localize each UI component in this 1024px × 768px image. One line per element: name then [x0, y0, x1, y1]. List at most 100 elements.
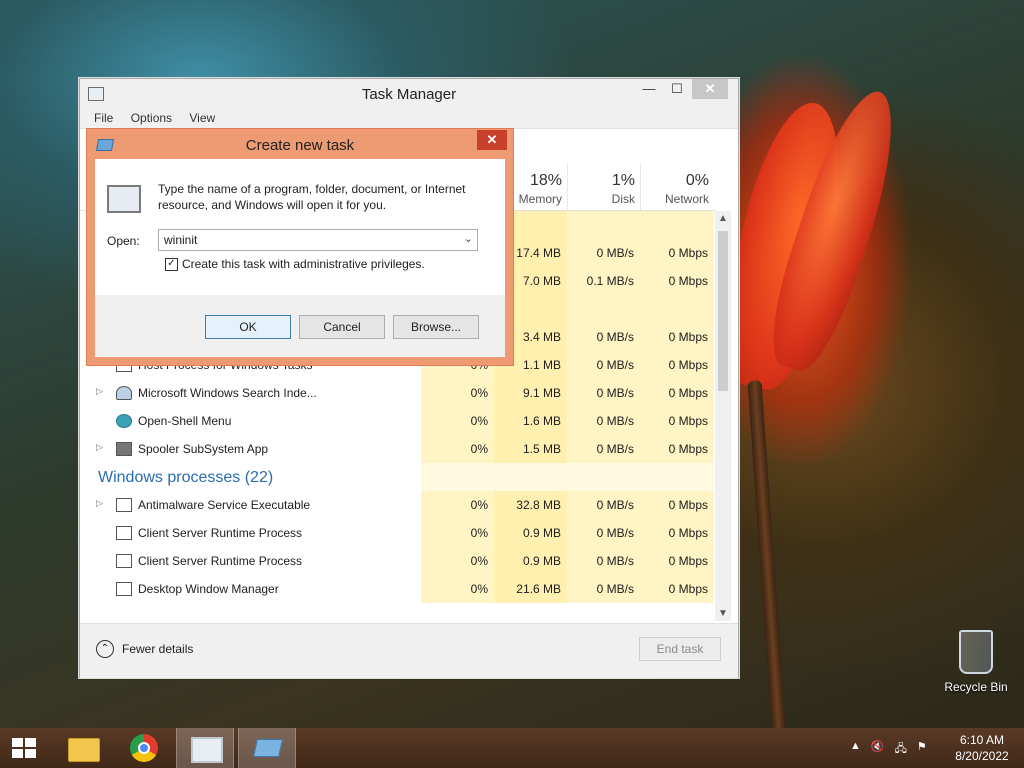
expand-arrow-icon[interactable]: ▷ [96, 498, 103, 509]
row-cpu: 0% [421, 519, 494, 547]
admin-privileges-checkbox[interactable]: ✓ Create this task with administrative p… [165, 257, 425, 271]
menu-view[interactable]: View [189, 108, 215, 128]
table-row[interactable]: Client Server Runtime Process 0% 0.9 MB … [80, 547, 714, 575]
table-row[interactable]: ▷ Microsoft Windows Search Inde... 0% 9.… [80, 379, 714, 407]
process-icon [116, 526, 132, 540]
disk-label: Disk [611, 192, 635, 206]
create-task-dialog: Create new task ✕ Type the name of a pro… [86, 128, 514, 366]
fewer-details-label: Fewer details [122, 642, 194, 656]
cancel-button[interactable]: Cancel [299, 315, 385, 339]
action-center-flag-icon[interactable]: ⚑ [917, 740, 927, 759]
row-name: Client Server Runtime Process [138, 554, 303, 568]
taskbar-file-explorer[interactable] [54, 728, 110, 768]
row-disk: 0 MB/s [567, 491, 640, 519]
close-button[interactable]: ✕ [692, 79, 728, 99]
row-name: Open-Shell Menu [138, 414, 232, 428]
vertical-scrollbar[interactable]: ▲ ▼ [715, 211, 731, 621]
row-network: 0 Mbps [640, 435, 714, 463]
row-memory: 1.5 MB [494, 435, 567, 463]
ok-button[interactable]: OK [205, 315, 291, 339]
dialog-body: Type the name of a program, folder, docu… [95, 159, 505, 357]
row-memory: 1.6 MB [494, 407, 567, 435]
disk-percent: 1% [611, 172, 635, 189]
expand-arrow-icon[interactable]: ▷ [96, 442, 103, 453]
column-network[interactable]: 0% Network [640, 164, 715, 210]
system-tray: ▲ 🔇 🖧 ⚑ [850, 740, 927, 759]
recycle-bin-label: Recycle Bin [944, 680, 1008, 694]
row-memory: 0.9 MB [494, 519, 567, 547]
recycle-bin-icon [959, 630, 993, 674]
task-manager-titlebar[interactable]: Task Manager — ☐ ✕ [80, 79, 738, 108]
taskbar-create-task[interactable] [238, 728, 296, 768]
table-row[interactable]: ▷ Antimalware Service Executable 0% 32.8… [80, 491, 714, 519]
open-label: Open: [107, 234, 140, 248]
row-disk: 0 MB/s [567, 519, 640, 547]
row-disk: 0 MB/s [567, 575, 640, 603]
row-name: Microsoft Windows Search Inde... [138, 386, 317, 400]
search-indexer-icon [116, 386, 132, 400]
row-disk: 0 MB/s [567, 239, 640, 267]
run-program-icon [107, 185, 141, 213]
open-combobox[interactable]: wininit ⌄ [158, 229, 478, 251]
browse-button[interactable]: Browse... [393, 315, 479, 339]
scroll-up-icon[interactable]: ▲ [718, 213, 728, 224]
row-cpu: 0% [421, 491, 494, 519]
row-name: Desktop Window Manager [138, 582, 279, 596]
task-manager-footer: ⌃ Fewer details End task [80, 623, 738, 678]
minimize-button[interactable]: — [636, 79, 662, 99]
volume-muted-icon[interactable]: 🔇 [871, 740, 885, 759]
process-icon [116, 554, 132, 568]
table-row[interactable]: Client Server Runtime Process 0% 0.9 MB … [80, 519, 714, 547]
group-header: Windows processes (22) [98, 469, 274, 486]
expand-arrow-icon[interactable]: ▷ [96, 386, 103, 397]
menu-options[interactable]: Options [131, 108, 172, 128]
row-disk: 0 MB/s [567, 379, 640, 407]
taskbar-chrome[interactable] [116, 728, 172, 768]
start-button[interactable] [0, 728, 48, 768]
table-row[interactable]: Open-Shell Menu 0% 1.6 MB 0 MB/s 0 Mbps [80, 407, 714, 435]
group-row[interactable]: Windows processes (22) [80, 463, 714, 491]
fewer-details-button[interactable]: ⌃ Fewer details [96, 640, 193, 658]
row-disk: 0 MB/s [567, 435, 640, 463]
clock[interactable]: 6:10 AM 8/20/2022 [950, 732, 1014, 764]
row-cpu: 0% [421, 575, 494, 603]
row-name: Antimalware Service Executable [138, 498, 311, 512]
collapse-icon: ⌃ [96, 640, 114, 658]
maximize-button[interactable]: ☐ [664, 79, 690, 99]
row-network: 0 Mbps [640, 239, 714, 267]
open-input-value[interactable]: wininit [164, 233, 197, 247]
dialog-message: Type the name of a program, folder, docu… [158, 182, 466, 212]
scroll-thumb[interactable] [718, 231, 728, 391]
dialog-close-button[interactable]: ✕ [477, 130, 507, 150]
row-disk: 0 MB/s [567, 407, 640, 435]
dialog-title: Create new task [245, 137, 355, 154]
checkbox-label[interactable]: Create this task with administrative pri… [182, 257, 425, 271]
clock-date: 8/20/2022 [955, 749, 1009, 763]
chevron-down-icon[interactable]: ⌄ [464, 232, 473, 245]
row-disk: 0.1 MB/s [567, 267, 640, 295]
printer-icon [116, 442, 132, 456]
row-name: Spooler SubSystem App [138, 442, 269, 456]
row-cpu: 0% [421, 547, 494, 575]
end-task-button[interactable]: End task [639, 637, 721, 661]
network-icon[interactable]: 🖧 [895, 740, 907, 759]
column-disk[interactable]: 1% Disk [567, 164, 641, 210]
row-disk: 0 MB/s [567, 351, 640, 379]
table-row[interactable]: Desktop Window Manager 0% 21.6 MB 0 MB/s… [80, 575, 714, 603]
open-shell-icon [116, 414, 132, 428]
row-network: 0 Mbps [640, 491, 714, 519]
show-hidden-icons-icon[interactable]: ▲ [850, 740, 861, 759]
row-network: 0 Mbps [640, 547, 714, 575]
clock-time: 6:10 AM [959, 733, 1005, 747]
row-memory: 32.8 MB [494, 491, 567, 519]
taskbar-task-manager[interactable] [176, 728, 234, 768]
checkbox-check-icon[interactable]: ✓ [165, 257, 178, 271]
row-network: 0 Mbps [640, 575, 714, 603]
task-manager-icon [191, 737, 223, 763]
table-row[interactable]: ▷ Spooler SubSystem App 0% 1.5 MB 0 MB/s… [80, 435, 714, 463]
menu-file[interactable]: File [94, 108, 113, 128]
scroll-down-icon[interactable]: ▼ [718, 608, 728, 619]
recycle-bin-shortcut[interactable]: Recycle Bin [940, 630, 1012, 694]
row-memory: 0.9 MB [494, 547, 567, 575]
network-percent: 0% [685, 172, 709, 189]
